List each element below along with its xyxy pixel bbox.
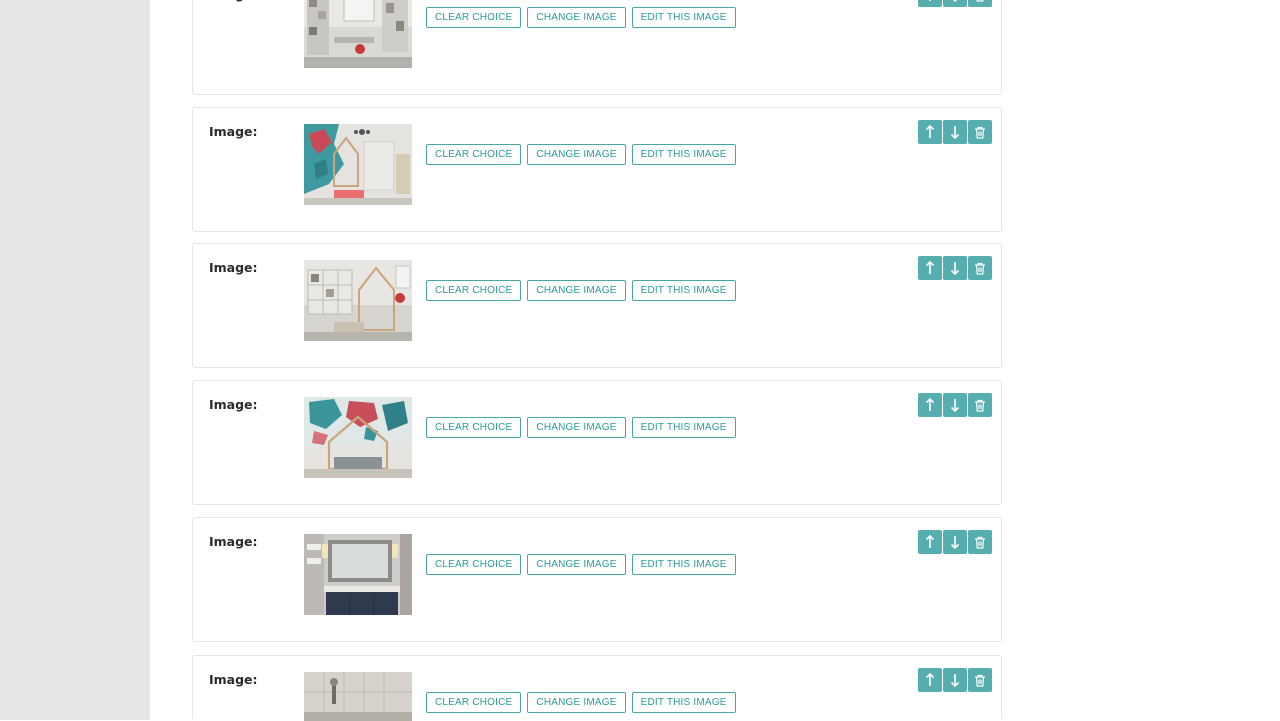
trash-icon xyxy=(975,399,985,412)
image-thumbnail[interactable] xyxy=(304,260,412,341)
edit-image-button[interactable]: EDIT THIS IMAGE xyxy=(631,692,736,713)
move-down-button[interactable] xyxy=(943,530,967,554)
delete-button[interactable] xyxy=(968,120,992,144)
arrow-down-icon xyxy=(950,262,960,275)
image-block: Image: CLEAR CHOICE CHANGE IMAGE EDI xyxy=(192,0,1002,95)
trash-icon xyxy=(975,262,985,275)
arrow-up-icon xyxy=(925,673,935,686)
image-thumbnail[interactable] xyxy=(304,534,412,615)
move-down-button[interactable] xyxy=(943,256,967,280)
image-label: Image: xyxy=(209,260,258,275)
arrow-down-icon xyxy=(950,126,960,139)
image-actions: CLEAR CHOICE CHANGE IMAGE EDIT THIS IMAG… xyxy=(426,144,736,165)
clear-choice-button[interactable]: CLEAR CHOICE xyxy=(426,7,522,28)
image-actions: CLEAR CHOICE CHANGE IMAGE EDIT THIS IMAG… xyxy=(426,7,736,28)
arrow-down-icon xyxy=(952,0,958,2)
image-gallery-editor: Image: CLEAR CHOICE CHANGE IMAGE EDI xyxy=(150,0,1280,721)
move-down-button[interactable] xyxy=(943,668,967,692)
image-label: Image: xyxy=(209,534,258,549)
image-block: Image: CLEAR CHOICE CHANGE IMAGE EDIT TH… xyxy=(192,107,1002,232)
trash-icon xyxy=(975,126,985,139)
delete-button[interactable] xyxy=(968,0,992,7)
arrow-up-icon xyxy=(929,0,931,1)
edit-image-button[interactable]: EDIT THIS IMAGE xyxy=(631,554,736,575)
image-block: Image: CLEAR CHOICE CHANGE IMAGE EDIT TH… xyxy=(192,380,1002,505)
image-label: Image: xyxy=(209,672,258,687)
move-up-button[interactable] xyxy=(918,530,942,554)
arrow-up-icon xyxy=(925,125,935,138)
delete-button[interactable] xyxy=(968,668,992,692)
image-thumbnail[interactable] xyxy=(304,124,412,205)
image-actions: CLEAR CHOICE CHANGE IMAGE EDIT THIS IMAG… xyxy=(426,280,736,301)
arrow-up-icon xyxy=(925,261,935,274)
move-down-button[interactable] xyxy=(943,393,967,417)
left-sidebar-gutter xyxy=(0,0,150,720)
change-image-button[interactable]: CHANGE IMAGE xyxy=(527,144,626,165)
block-controls xyxy=(918,668,992,692)
edit-image-button[interactable]: EDIT THIS IMAGE xyxy=(631,144,736,165)
image-actions: CLEAR CHOICE CHANGE IMAGE EDIT THIS IMAG… xyxy=(426,554,736,575)
clear-choice-button[interactable]: CLEAR CHOICE xyxy=(426,144,522,165)
change-image-button[interactable]: CHANGE IMAGE xyxy=(527,417,626,438)
edit-image-button[interactable]: EDIT THIS IMAGE xyxy=(631,417,736,438)
arrow-down-icon xyxy=(950,674,960,687)
delete-button[interactable] xyxy=(968,393,992,417)
block-controls xyxy=(918,256,992,280)
move-up-button[interactable] xyxy=(918,0,942,7)
image-thumbnail[interactable] xyxy=(304,0,412,68)
image-block: Image: CLEAR CHOICE CHANGE IMAGE EDIT TH… xyxy=(192,655,1002,721)
move-up-button[interactable] xyxy=(918,668,942,692)
trash-icon xyxy=(976,0,984,2)
clear-choice-button[interactable]: CLEAR CHOICE xyxy=(426,692,522,713)
delete-button[interactable] xyxy=(968,530,992,554)
change-image-button[interactable]: CHANGE IMAGE xyxy=(527,280,626,301)
block-controls xyxy=(918,530,992,554)
arrow-up-icon xyxy=(925,535,935,548)
change-image-button[interactable]: CHANGE IMAGE xyxy=(527,554,626,575)
trash-icon xyxy=(975,674,985,687)
block-controls xyxy=(918,393,992,417)
move-down-button[interactable] xyxy=(943,0,967,7)
edit-image-button[interactable]: EDIT THIS IMAGE xyxy=(631,7,736,28)
image-label: Image: xyxy=(209,397,258,412)
trash-icon xyxy=(975,536,985,549)
move-up-button[interactable] xyxy=(918,256,942,280)
move-up-button[interactable] xyxy=(918,120,942,144)
arrow-down-icon xyxy=(950,536,960,549)
clear-choice-button[interactable]: CLEAR CHOICE xyxy=(426,554,522,575)
clear-choice-button[interactable]: CLEAR CHOICE xyxy=(426,280,522,301)
block-controls xyxy=(918,120,992,144)
image-label: Image: xyxy=(209,124,258,139)
move-up-button[interactable] xyxy=(918,393,942,417)
arrow-down-icon xyxy=(950,399,960,412)
image-actions: CLEAR CHOICE CHANGE IMAGE EDIT THIS IMAG… xyxy=(426,417,736,438)
block-controls xyxy=(918,0,992,7)
image-block: Image: CLEAR CHOICE CHANGE IMAGE EDI xyxy=(192,517,1002,642)
change-image-button[interactable]: CHANGE IMAGE xyxy=(527,692,626,713)
image-label: Image: xyxy=(209,0,258,2)
arrow-up-icon xyxy=(925,398,935,411)
clear-choice-button[interactable]: CLEAR CHOICE xyxy=(426,417,522,438)
image-thumbnail[interactable] xyxy=(304,672,412,721)
delete-button[interactable] xyxy=(968,256,992,280)
image-thumbnail[interactable] xyxy=(304,397,412,478)
image-block: Image: CLEAR CHOICE CHANGE IMAGE EDIT TH… xyxy=(192,243,1002,368)
change-image-button[interactable]: CHANGE IMAGE xyxy=(527,7,626,28)
image-actions: CLEAR CHOICE CHANGE IMAGE EDIT THIS IMAG… xyxy=(426,692,736,713)
edit-image-button[interactable]: EDIT THIS IMAGE xyxy=(631,280,736,301)
move-down-button[interactable] xyxy=(943,120,967,144)
